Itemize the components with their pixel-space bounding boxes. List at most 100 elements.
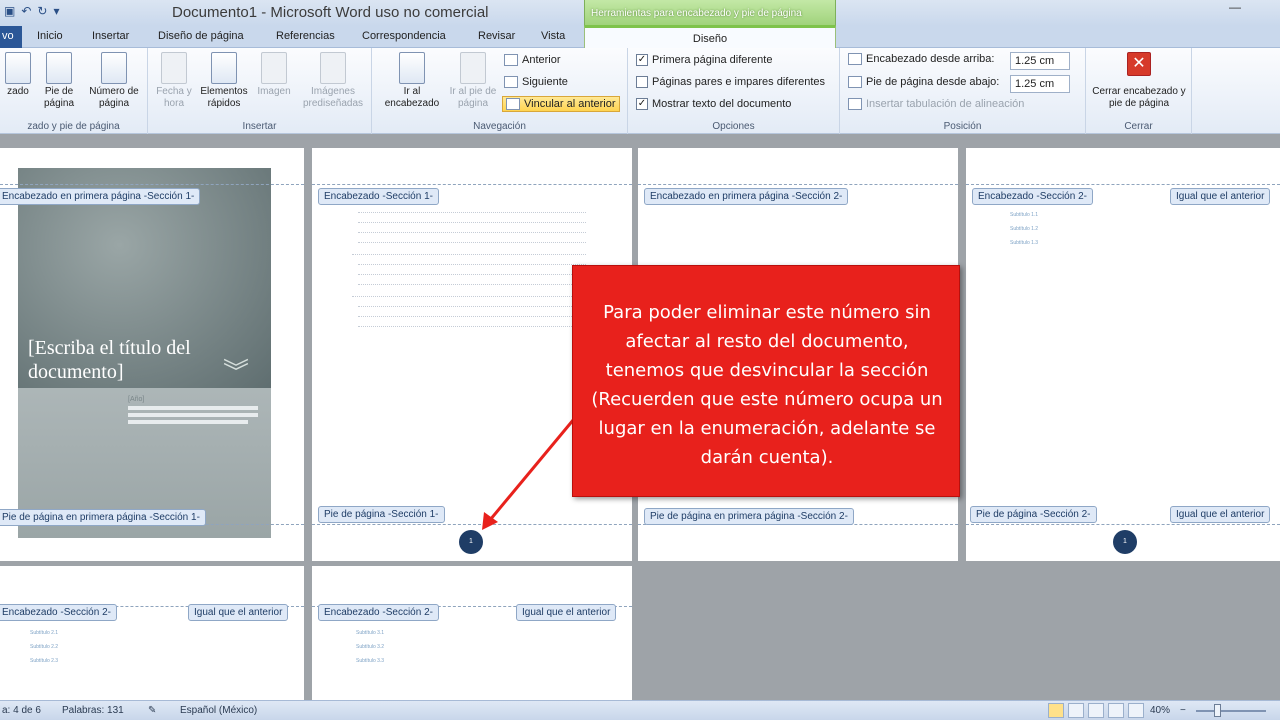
datetime-button[interactable]: Fecha y hora bbox=[154, 52, 194, 110]
image-button[interactable]: Imagen bbox=[252, 52, 296, 98]
save-icon[interactable]: ▣ bbox=[4, 4, 15, 18]
header-top-row: Encabezado desde arriba: bbox=[848, 53, 994, 65]
page-count[interactable]: a: 4 de 6 bbox=[2, 705, 41, 716]
callout-text: Para poder eliminar este número sin afec… bbox=[591, 302, 943, 468]
show-text-checkbox[interactable]: ✓ Mostrar texto del documento bbox=[636, 98, 791, 110]
odd-even-checkbox[interactable]: Páginas pares e impares diferentes bbox=[636, 76, 825, 88]
tab-inicio[interactable]: Inicio bbox=[37, 30, 63, 42]
page-1[interactable]: [Escriba el título del documento] ︾ [Año… bbox=[0, 148, 304, 561]
annotation-callout: Para poder eliminar este número sin afec… bbox=[572, 265, 960, 497]
tab-vista[interactable]: Vista bbox=[541, 30, 565, 42]
zoom-level[interactable]: 40% bbox=[1150, 705, 1170, 716]
footer-tag: Pie de página en primera página -Sección… bbox=[644, 508, 854, 525]
context-tools-title: Herramientas para encabezado y pie de pá… bbox=[584, 0, 836, 26]
maximize-icon[interactable] bbox=[1250, 0, 1280, 20]
previous-button[interactable]: Anterior bbox=[504, 54, 561, 66]
tab-diseno-pagina[interactable]: Diseño de página bbox=[158, 30, 244, 42]
group-header-footer: zado Pie de página Número de página zado… bbox=[0, 48, 148, 134]
header-tag: Encabezado -Sección 2- bbox=[318, 604, 439, 621]
page-number[interactable]: 1 bbox=[1113, 530, 1137, 554]
goto-footer-icon bbox=[460, 52, 486, 84]
zoom-slider[interactable] bbox=[1196, 710, 1266, 712]
link-previous-button[interactable]: Vincular al anterior bbox=[502, 96, 620, 112]
page-number[interactable]: 1 bbox=[459, 530, 483, 554]
group-label: Posición bbox=[943, 121, 982, 132]
outline-view-button[interactable] bbox=[1108, 703, 1124, 718]
group-position: Encabezado desde arriba: 1.25 cm Pie de … bbox=[840, 48, 1086, 134]
group-navigation: Ir al encabezado Ir al pie de página Ant… bbox=[372, 48, 628, 134]
page-6[interactable]: Encabezado -Sección 2- Igual que el ante… bbox=[312, 566, 632, 700]
next-button[interactable]: Siguiente bbox=[504, 76, 568, 88]
footer-tag: Pie de página en primera página -Sección… bbox=[0, 509, 206, 526]
language[interactable]: Español (México) bbox=[180, 705, 257, 716]
previous-icon bbox=[504, 54, 518, 66]
proofing-icon[interactable]: ✎ bbox=[148, 705, 156, 716]
header-button[interactable]: zado bbox=[0, 52, 36, 98]
web-layout-view-button[interactable] bbox=[1088, 703, 1104, 718]
footer-tag: Pie de página -Sección 2- bbox=[970, 506, 1097, 523]
zoom-slider-thumb[interactable] bbox=[1214, 704, 1221, 717]
subtitle: Subtítulo 2.1 bbox=[30, 630, 59, 636]
draft-view-button[interactable] bbox=[1128, 703, 1144, 718]
page-5[interactable]: Encabezado -Sección 2- Igual que el ante… bbox=[0, 566, 304, 700]
undo-icon[interactable]: ↶ bbox=[21, 4, 31, 18]
quick-access-toolbar: ▣ ↶ ↻ ▾ bbox=[4, 4, 60, 18]
header-tag: Encabezado en primera página -Sección 2- bbox=[644, 188, 849, 205]
status-bar: a: 4 de 6 Palabras: 131 ✎ Español (Méxic… bbox=[0, 700, 1280, 720]
tab-referencias[interactable]: Referencias bbox=[276, 30, 335, 42]
close-header-footer-button[interactable]: ✕ Cerrar encabezado y pie de página bbox=[1090, 52, 1188, 110]
checkmark-icon: ✓ bbox=[636, 98, 648, 110]
ribbon: zado Pie de página Número de página zado… bbox=[0, 48, 1280, 134]
page-number-button[interactable]: Número de página bbox=[84, 52, 144, 110]
subtitle: Subtítulo 3.3 bbox=[356, 658, 385, 664]
full-screen-view-button[interactable] bbox=[1068, 703, 1084, 718]
tab-correspondencia[interactable]: Correspondencia bbox=[362, 30, 446, 42]
subtitle: Subtítulo 1.3 bbox=[1010, 240, 1039, 246]
page-4[interactable]: Encabezado -Sección 2- Igual que el ante… bbox=[966, 148, 1280, 561]
clipart-button[interactable]: Imágenes prediseñadas bbox=[298, 52, 368, 110]
subtitle: Subtítulo 2.3 bbox=[30, 658, 59, 664]
footer-bottom-input[interactable]: 1.25 cm bbox=[1010, 75, 1070, 93]
align-tab-icon bbox=[848, 98, 862, 110]
cover-year: [Año] bbox=[128, 396, 145, 403]
quickparts-button[interactable]: Elementos rápidos bbox=[196, 52, 252, 110]
footer-bottom-icon bbox=[848, 76, 862, 88]
goto-footer-button[interactable]: Ir al pie de página bbox=[446, 52, 500, 110]
clipart-icon bbox=[320, 52, 346, 84]
tab-file[interactable]: vo bbox=[0, 26, 22, 48]
header-tag: Encabezado -Sección 2- bbox=[972, 188, 1093, 205]
footer-icon bbox=[46, 52, 72, 84]
title-bar: ▣ ↶ ↻ ▾ Documento1 - Microsoft Word uso … bbox=[0, 0, 1280, 26]
print-layout-view-button[interactable] bbox=[1048, 703, 1064, 718]
zoom-out-icon[interactable]: − bbox=[1180, 705, 1186, 716]
customize-qat-icon[interactable]: ▾ bbox=[53, 4, 59, 18]
subtitle: Subtítulo 3.1 bbox=[356, 630, 385, 636]
header-tag: Encabezado -Sección 1- bbox=[318, 188, 439, 205]
group-label: Insertar bbox=[242, 121, 277, 132]
image-icon bbox=[261, 52, 287, 84]
quickparts-icon bbox=[211, 52, 237, 84]
group-insert: Fecha y hora Elementos rápidos Imagen Im… bbox=[148, 48, 372, 134]
cover-page-art: [Escriba el título del documento] ︾ [Año… bbox=[18, 168, 271, 538]
goto-header-button[interactable]: Ir al encabezado bbox=[376, 52, 448, 110]
chevron-down-icon: ︾ bbox=[223, 357, 250, 387]
first-page-checkbox[interactable]: ✓ Primera página diferente bbox=[636, 54, 772, 66]
link-icon bbox=[506, 98, 520, 110]
minimize-icon[interactable]: — bbox=[1220, 0, 1250, 20]
window-controls: — bbox=[1220, 0, 1280, 20]
footer-button[interactable]: Pie de página bbox=[38, 52, 80, 110]
header-icon bbox=[5, 52, 31, 84]
subtitle: Subtítulo 1.2 bbox=[1010, 226, 1039, 232]
align-tab-button[interactable]: Insertar tabulación de alineación bbox=[848, 98, 1024, 110]
checkmark-icon: ✓ bbox=[636, 54, 648, 66]
header-top-input[interactable]: 1.25 cm bbox=[1010, 52, 1070, 70]
calendar-icon bbox=[161, 52, 187, 84]
footer-bottom-row: Pie de página desde abajo: bbox=[848, 76, 999, 88]
goto-header-icon bbox=[399, 52, 425, 84]
tab-revisar[interactable]: Revisar bbox=[478, 30, 515, 42]
tab-diseno[interactable]: Diseño bbox=[584, 25, 836, 48]
tab-insertar[interactable]: Insertar bbox=[92, 30, 129, 42]
redo-icon[interactable]: ↻ bbox=[37, 4, 47, 18]
word-count[interactable]: Palabras: 131 bbox=[62, 705, 124, 716]
header-tag: Encabezado en primera página -Sección 1- bbox=[0, 188, 201, 205]
